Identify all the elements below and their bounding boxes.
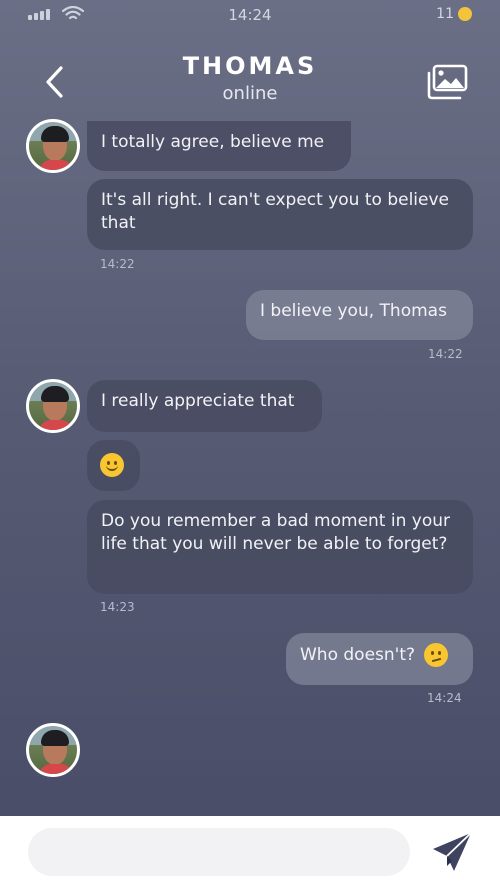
- message-text: Do you remember a bad moment in your lif…: [101, 511, 451, 554]
- message-bubble-incoming[interactable]: Do you remember a bad moment in your lif…: [87, 500, 473, 594]
- battery-indicator: 11: [436, 6, 472, 22]
- message-time: 14:22: [428, 347, 463, 361]
- message-text: I totally agree, believe me: [101, 132, 325, 152]
- avatar[interactable]: [26, 379, 80, 433]
- battery-level: 11: [436, 6, 454, 22]
- message-time: 14:22: [100, 257, 135, 271]
- message-input[interactable]: [28, 828, 410, 876]
- message-bubble-outgoing[interactable]: Who doesn't?: [286, 633, 473, 685]
- message-text: I really appreciate that: [101, 391, 295, 411]
- message-text: It's all right. I can't expect you to be…: [101, 190, 450, 233]
- confused-face-emoji-icon: [424, 643, 449, 667]
- message-text: Who doesn't?: [300, 645, 416, 665]
- message-bubble-incoming[interactable]: I really appreciate that: [87, 380, 322, 432]
- message-bubble-incoming[interactable]: I totally agree, believe me: [87, 121, 351, 171]
- contact-name: THOMAS: [182, 52, 318, 80]
- battery-icon: [458, 7, 472, 21]
- message-time: 14:23: [100, 600, 135, 614]
- message-time: 14:24: [427, 691, 462, 705]
- status-time: 14:24: [228, 6, 272, 24]
- message-bubble-incoming[interactable]: [87, 440, 140, 491]
- message-bubble-incoming[interactable]: It's all right. I can't expect you to be…: [87, 179, 473, 250]
- avatar[interactable]: [26, 723, 80, 777]
- message-text: I believe you, Thomas: [260, 301, 447, 321]
- status-bar: 14:24 11: [0, 0, 500, 30]
- gallery-icon[interactable]: [426, 64, 468, 100]
- avatar[interactable]: [26, 119, 80, 173]
- slightly-smiling-face-emoji-icon: [100, 453, 124, 477]
- send-icon[interactable]: [430, 830, 474, 874]
- contact-status: online: [222, 83, 278, 104]
- message-bubble-outgoing[interactable]: I believe you, Thomas: [246, 290, 473, 340]
- composer-bar: [0, 816, 500, 889]
